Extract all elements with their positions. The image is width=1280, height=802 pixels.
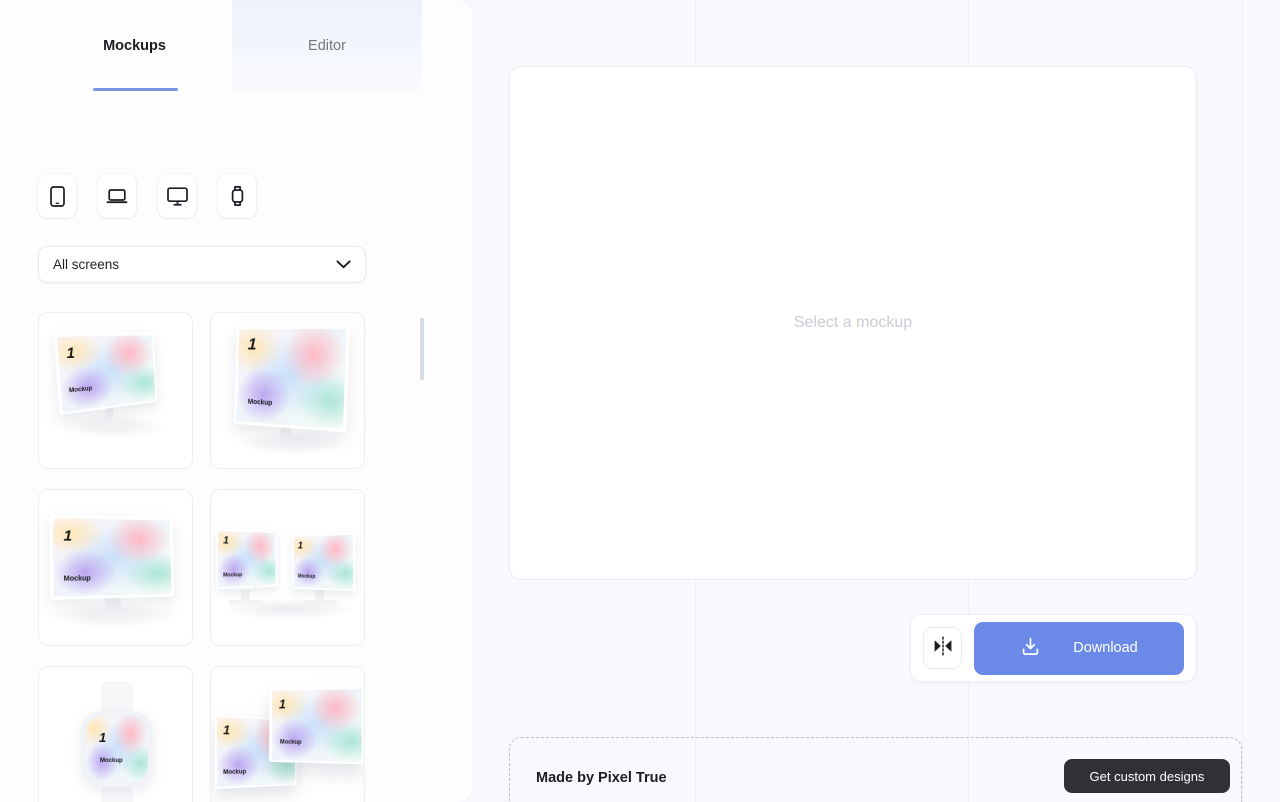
- mockup-screen-word: Mockup: [223, 572, 243, 579]
- canvas-placeholder-text: Select a mockup: [793, 314, 913, 331]
- mockup-screen-word: Mockup: [68, 385, 93, 394]
- mockup-screen-word: Mockup: [63, 575, 91, 583]
- mockup-thumbnail[interactable]: 1 Mockup: [210, 312, 365, 469]
- left-panel: Editor Mockups All screens 1 Mockup 1 Mo…: [0, 0, 473, 802]
- tab-bar: Editor Mockups: [0, 0, 473, 92]
- mockup-screen-number: 1: [223, 722, 231, 738]
- phone-icon: [49, 185, 65, 207]
- screens-filter-value: All screens: [53, 257, 120, 272]
- workspace-guide-line: [1242, 0, 1243, 802]
- get-custom-designs-button[interactable]: Get custom designs: [1064, 759, 1230, 793]
- mockup-thumbnail[interactable]: 1 Mockup: [38, 312, 193, 469]
- desktop-icon: [166, 186, 188, 206]
- device-type-watch[interactable]: [218, 174, 256, 218]
- device-type-phone[interactable]: [38, 174, 76, 218]
- mockup-screen-number: 1: [65, 343, 76, 361]
- device-type-laptop[interactable]: [98, 174, 136, 218]
- download-button-label: Download: [1073, 640, 1138, 656]
- tab-mockups-label: Mockups: [103, 38, 166, 54]
- action-bar: Download: [910, 614, 1197, 682]
- mockup-screen-number: 1: [223, 535, 229, 547]
- mockup-screen-number: 1: [297, 540, 303, 552]
- download-button[interactable]: Download: [974, 621, 1184, 675]
- mockup-list-scrollbar-thumb[interactable]: [420, 318, 424, 380]
- laptop-icon: [106, 188, 128, 205]
- screens-filter-dropdown[interactable]: All screens: [38, 246, 366, 283]
- tab-active-underline: [93, 88, 178, 91]
- footer-credit: Made by Pixel True: [536, 770, 667, 786]
- mockup-screen-number: 1: [99, 730, 107, 745]
- mockup-screen-number: 1: [63, 527, 73, 545]
- mockup-screen-number: 1: [247, 334, 257, 354]
- device-type-filter-group: [38, 174, 256, 218]
- mockup-thumbnail[interactable]: 1 Mockup: [38, 666, 193, 802]
- mockup-thumbnail[interactable]: 1 Mockup 1 Mockup: [210, 666, 365, 802]
- flip-horizontal-icon: [932, 635, 954, 661]
- mockup-screen-word: Mockup: [279, 739, 302, 746]
- preview-canvas[interactable]: Select a mockup: [509, 66, 1197, 580]
- device-type-desktop[interactable]: [158, 174, 196, 218]
- chevron-down-icon: [336, 256, 351, 274]
- tab-mockups[interactable]: Mockups: [38, 0, 231, 92]
- mockup-screen-word: Mockup: [223, 769, 247, 777]
- mockup-screen-word: Mockup: [247, 398, 273, 407]
- footer-panel: Made by Pixel True Get custom designs: [509, 737, 1242, 802]
- mockup-list-scrollbar[interactable]: [419, 312, 425, 802]
- mockup-screen-number: 1: [278, 696, 286, 711]
- mockup-grid: 1 Mockup 1 Mockup 1 Mockup 1 Mockup 1 Mo…: [38, 312, 368, 802]
- flip-horizontal-button[interactable]: [923, 627, 962, 669]
- mockup-thumbnail[interactable]: 1 Mockup 1 Mockup: [210, 489, 365, 646]
- download-icon: [1020, 636, 1041, 660]
- tab-editor[interactable]: Editor: [232, 0, 422, 92]
- mockup-thumbnail[interactable]: 1 Mockup: [38, 489, 193, 646]
- mockup-screen-word: Mockup: [297, 573, 316, 580]
- mockup-screen-word: Mockup: [100, 758, 123, 764]
- watch-icon: [230, 185, 245, 207]
- tab-editor-label: Editor: [308, 38, 346, 54]
- app-root: Editor Mockups All screens 1 Mockup 1 Mo…: [0, 0, 1280, 802]
